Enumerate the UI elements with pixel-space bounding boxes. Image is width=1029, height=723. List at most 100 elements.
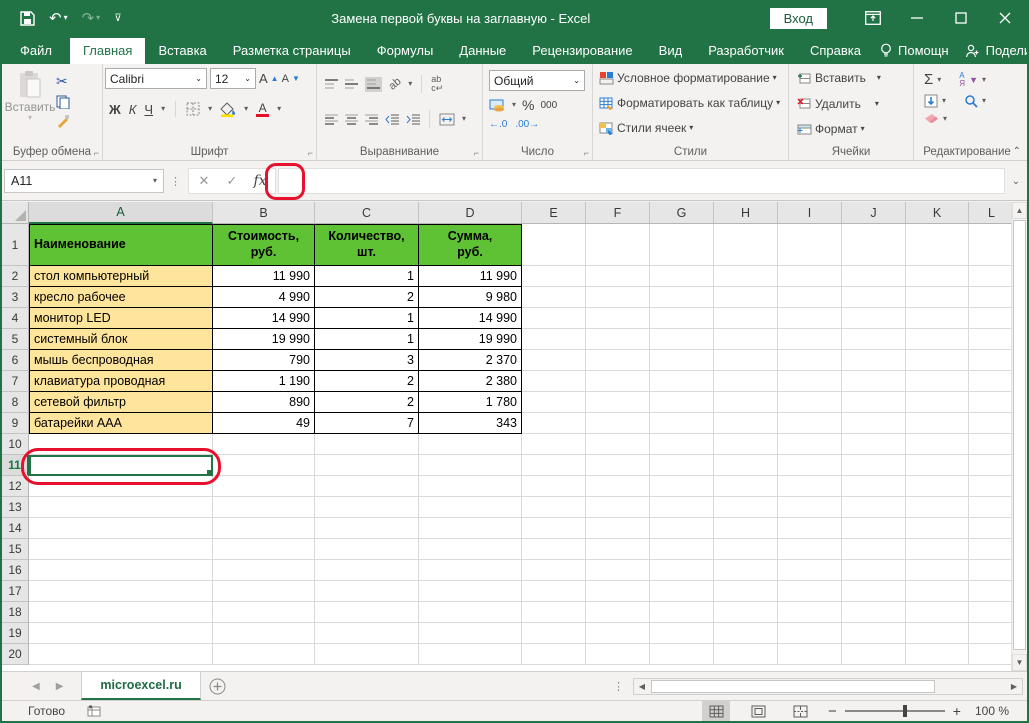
cell-B19[interactable] — [213, 623, 315, 644]
minimize-button[interactable] — [895, 0, 939, 36]
cell-K15[interactable] — [906, 539, 969, 560]
cell-K19[interactable] — [906, 623, 969, 644]
cell-J20[interactable] — [842, 644, 906, 665]
cell-D20[interactable] — [419, 644, 522, 665]
cell-E12[interactable] — [522, 476, 586, 497]
namebox-splitter[interactable]: ⋮ — [164, 175, 188, 188]
number-dialog-launcher[interactable]: ⌐ — [584, 148, 589, 158]
column-header-F[interactable]: F — [586, 202, 650, 224]
cell-B11[interactable] — [213, 455, 315, 476]
scroll-right-icon[interactable]: ▶ — [1006, 679, 1022, 694]
cell-H2[interactable] — [714, 266, 778, 287]
cell-E10[interactable] — [522, 434, 586, 455]
cell-J15[interactable] — [842, 539, 906, 560]
cell-H5[interactable] — [714, 329, 778, 350]
cell-J4[interactable] — [842, 308, 906, 329]
expand-formula-bar-icon[interactable]: ⌄ — [1005, 176, 1027, 187]
cell-J2[interactable] — [842, 266, 906, 287]
cell-D13[interactable] — [419, 497, 522, 518]
cell-D14[interactable] — [419, 518, 522, 539]
cell-F14[interactable] — [586, 518, 650, 539]
cell-F5[interactable] — [586, 329, 650, 350]
cell-L8[interactable] — [969, 392, 1015, 413]
cell-L14[interactable] — [969, 518, 1015, 539]
cell-F18[interactable] — [586, 602, 650, 623]
cell-L12[interactable] — [969, 476, 1015, 497]
cell-B8[interactable]: 890 — [213, 392, 315, 413]
cell-H14[interactable] — [714, 518, 778, 539]
cell-K5[interactable] — [906, 329, 969, 350]
select-all-corner[interactable] — [2, 202, 29, 224]
clear-eraser-icon[interactable] — [924, 113, 939, 124]
column-header-E[interactable]: E — [522, 202, 586, 224]
cell-E16[interactable] — [522, 560, 586, 581]
column-header-D[interactable]: D — [419, 202, 522, 224]
cell-C2[interactable]: 1 — [315, 266, 419, 287]
zoom-slider-thumb[interactable] — [902, 705, 907, 717]
cell-F11[interactable] — [586, 455, 650, 476]
cell-F9[interactable] — [586, 413, 650, 434]
sign-in-button[interactable]: Вход — [769, 7, 827, 29]
tab-data[interactable]: Данные — [446, 38, 519, 64]
cell-L11[interactable] — [969, 455, 1015, 476]
accounting-format-icon[interactable] — [489, 99, 506, 112]
cell-B2[interactable]: 11 990 — [213, 266, 315, 287]
cell-styles-button[interactable]: Стили ячеек ▾ — [599, 121, 693, 135]
cell-C8[interactable]: 2 — [315, 392, 419, 413]
cell-L3[interactable] — [969, 287, 1015, 308]
cell-F1[interactable] — [586, 224, 650, 266]
cell-L18[interactable] — [969, 602, 1015, 623]
row-header-12[interactable]: 12 — [2, 476, 29, 497]
cell-E19[interactable] — [522, 623, 586, 644]
cell-E1[interactable] — [522, 224, 586, 266]
bold-button[interactable]: Ж — [109, 102, 121, 117]
cell-E13[interactable] — [522, 497, 586, 518]
cell-G15[interactable] — [650, 539, 714, 560]
cell-G5[interactable] — [650, 329, 714, 350]
cell-G12[interactable] — [650, 476, 714, 497]
cell-H13[interactable] — [714, 497, 778, 518]
cell-F13[interactable] — [586, 497, 650, 518]
cell-L1[interactable] — [969, 224, 1015, 266]
conditional-formatting-button[interactable]: Условное форматирование ▾ — [599, 71, 777, 85]
cell-I20[interactable] — [778, 644, 842, 665]
row-header-14[interactable]: 14 — [2, 518, 29, 539]
cell-L13[interactable] — [969, 497, 1015, 518]
column-header-C[interactable]: C — [315, 202, 419, 224]
cell-E8[interactable] — [522, 392, 586, 413]
increase-font-icon[interactable]: A ▲ — [259, 71, 279, 86]
cell-I2[interactable] — [778, 266, 842, 287]
page-layout-view-icon[interactable] — [744, 701, 772, 721]
cell-K1[interactable] — [906, 224, 969, 266]
cell-G11[interactable] — [650, 455, 714, 476]
cell-K13[interactable] — [906, 497, 969, 518]
cell-B12[interactable] — [213, 476, 315, 497]
cell-C4[interactable]: 1 — [315, 308, 419, 329]
row-header-16[interactable]: 16 — [2, 560, 29, 581]
row-header-15[interactable]: 15 — [2, 539, 29, 560]
cell-D10[interactable] — [419, 434, 522, 455]
horizontal-scrollbar[interactable]: ◀ ▶ — [633, 677, 1023, 695]
cell-B16[interactable] — [213, 560, 315, 581]
row-header-4[interactable]: 4 — [2, 308, 29, 329]
cell-K3[interactable] — [906, 287, 969, 308]
cell-C18[interactable] — [315, 602, 419, 623]
normal-view-icon[interactable] — [702, 701, 731, 721]
cell-D7[interactable]: 2 380 — [419, 371, 522, 392]
cell-D4[interactable]: 14 990 — [419, 308, 522, 329]
tab-insert[interactable]: Вставка — [145, 38, 219, 64]
cell-A6[interactable]: мышь беспроводная — [29, 350, 213, 371]
cell-E17[interactable] — [522, 581, 586, 602]
cell-I11[interactable] — [778, 455, 842, 476]
cell-D18[interactable] — [419, 602, 522, 623]
vertical-scrollbar[interactable]: ▲ ▼ — [1011, 202, 1027, 671]
cell-B7[interactable]: 1 190 — [213, 371, 315, 392]
cell-I19[interactable] — [778, 623, 842, 644]
customize-qat-icon[interactable]: ⊽ — [114, 13, 121, 24]
sort-filter-icon[interactable]: АЯ — [959, 71, 965, 88]
cell-I17[interactable] — [778, 581, 842, 602]
cell-K9[interactable] — [906, 413, 969, 434]
cell-D1[interactable]: Сумма, руб. — [419, 224, 522, 266]
zoom-slider[interactable] — [844, 705, 945, 717]
cell-C6[interactable]: 3 — [315, 350, 419, 371]
